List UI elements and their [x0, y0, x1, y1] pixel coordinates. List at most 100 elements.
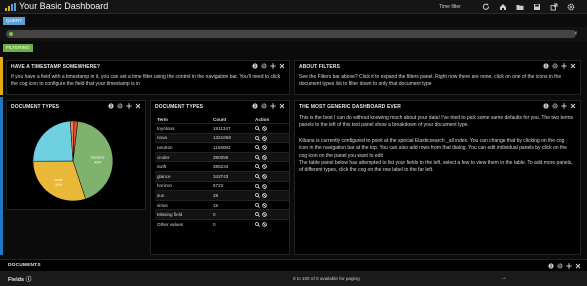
filter-in-icon[interactable]	[255, 212, 260, 218]
filter-in-icon[interactable]	[255, 183, 260, 189]
term-cell: Other values	[155, 218, 211, 230]
table-row: glance 343743	[155, 170, 289, 182]
table-row: Other values 0	[155, 218, 289, 230]
filter-in-icon[interactable]	[255, 145, 260, 151]
share-icon[interactable]	[550, 3, 558, 11]
term-cell: swift	[155, 161, 211, 172]
fields-label: Fields	[8, 277, 25, 283]
panel-title: ABOUT FILTERS	[299, 64, 340, 70]
action-cell	[253, 199, 289, 210]
filter-in-icon[interactable]	[255, 174, 260, 179]
panel-info-icon[interactable]	[543, 63, 549, 69]
pie-slice[interactable]	[32, 120, 74, 162]
fields-info-icon[interactable]: ⓘ	[26, 277, 32, 283]
filter-out-icon[interactable]	[262, 202, 267, 208]
filter-in-icon[interactable]	[255, 222, 260, 228]
time-filter-picker[interactable]: Time filter	[439, 4, 461, 10]
action-cell	[253, 161, 289, 172]
count-cell: 390056	[211, 151, 253, 162]
table-row: swift 385234	[155, 161, 289, 172]
filter-in-icon[interactable]	[255, 164, 260, 170]
action-cell	[253, 132, 289, 143]
panel-move-icon[interactable]	[561, 63, 567, 69]
pie-slice-label: nova	[55, 178, 63, 182]
filter-out-icon[interactable]	[262, 154, 267, 160]
clear-query-icon[interactable]: ×	[574, 30, 578, 38]
panel-close-icon[interactable]	[575, 263, 581, 269]
count-cell: 5722	[211, 180, 253, 191]
panel-move-icon[interactable]	[270, 63, 276, 69]
filter-out-icon[interactable]	[262, 126, 267, 131]
generic-dashboard-text-panel: THE MOST GENERIC DASHBOARD EVER This is …	[294, 100, 581, 255]
table-row: horizon 5722	[155, 180, 289, 191]
document-types-table-panel: DOCUMENT TYPES Term Count Action toyoton…	[150, 100, 290, 255]
action-cell	[253, 142, 289, 153]
next-page-arrow-icon[interactable]: →	[501, 275, 507, 281]
filter-out-icon[interactable]	[262, 212, 267, 218]
open-folder-icon[interactable]	[516, 3, 524, 11]
panel-info-icon[interactable]	[548, 263, 554, 269]
column-header-term[interactable]: Term	[155, 115, 211, 124]
refresh-icon[interactable]	[482, 3, 490, 11]
panel-close-icon[interactable]	[279, 103, 285, 109]
home-icon[interactable]	[499, 3, 507, 11]
query-row: ×	[0, 27, 587, 41]
filter-in-icon[interactable]	[255, 202, 260, 208]
term-cell: cinder	[155, 151, 211, 162]
panel-move-icon[interactable]	[566, 263, 572, 269]
save-icon[interactable]	[533, 3, 541, 11]
pie-slice-percent: 30%	[55, 183, 63, 187]
paging-range: 0 to 100	[293, 276, 310, 281]
column-header-count[interactable]: Count	[211, 115, 253, 124]
filter-out-icon[interactable]	[262, 193, 267, 198]
filter-in-icon[interactable]	[255, 193, 260, 199]
panel-settings-icon[interactable]	[261, 103, 267, 109]
panel-close-icon[interactable]	[570, 103, 576, 109]
filter-out-icon[interactable]	[262, 222, 267, 227]
settings-gear-icon[interactable]	[567, 3, 575, 11]
documents-row-title[interactable]: DOCUMENTS	[8, 263, 41, 268]
filter-out-icon[interactable]	[262, 183, 267, 189]
panel-settings-icon[interactable]	[557, 263, 563, 269]
panel-move-icon[interactable]	[561, 103, 567, 109]
panel-info-icon[interactable]	[543, 103, 549, 109]
filter-out-icon[interactable]	[262, 145, 267, 150]
term-cell: nova	[155, 132, 211, 143]
table-row: sun 29	[155, 190, 289, 201]
fields-toggle[interactable]: Fields ⓘ	[8, 275, 31, 283]
query-toggle-button[interactable]: QUERY	[3, 17, 26, 25]
panel-settings-icon[interactable]	[552, 103, 558, 109]
term-cell: sun	[155, 190, 211, 201]
row-marker-2[interactable]	[0, 97, 3, 255]
query-input[interactable]	[6, 30, 576, 38]
documents-row: DOCUMENTS Fields ⓘ 0 to 100 of 0 availab…	[0, 259, 587, 286]
about-filters-panel: ABOUT FILTERS See the Filters bar above?…	[294, 60, 581, 95]
row-marker-1[interactable]	[0, 57, 3, 95]
document-types-pie-chart[interactable]: toyotons43% nova30%	[7, 101, 146, 210]
panel-settings-icon[interactable]	[552, 63, 558, 69]
action-cell	[253, 151, 289, 162]
query-color-dot[interactable]	[9, 32, 13, 36]
filter-out-icon[interactable]	[262, 164, 267, 170]
panel-settings-icon[interactable]	[261, 63, 267, 69]
filter-out-icon[interactable]	[262, 174, 267, 179]
panel-title: DOCUMENT TYPES	[155, 104, 204, 110]
panel-close-icon[interactable]	[570, 63, 576, 69]
filter-out-icon[interactable]	[262, 135, 267, 141]
panel-close-icon[interactable]	[279, 63, 285, 69]
filter-in-icon[interactable]	[255, 135, 260, 141]
action-cell	[253, 170, 289, 182]
panel-paragraph-3: The table panel below has attempted to l…	[299, 160, 573, 174]
filter-in-icon[interactable]	[255, 154, 260, 160]
filter-in-icon[interactable]	[255, 126, 260, 131]
panel-info-icon[interactable]	[252, 103, 258, 109]
terms-table: Term Count Action toyotons 1911347 nova 132…	[155, 115, 289, 230]
filtering-toggle-button[interactable]: FILTERING	[3, 44, 33, 52]
term-cell: toyotons	[155, 123, 211, 134]
panel-paragraph-1: This is the best I can do without knowin…	[299, 115, 574, 129]
panel-info-icon[interactable]	[252, 63, 258, 69]
count-cell: 1159082	[211, 142, 253, 153]
table-row: sirius 15	[155, 199, 289, 210]
paging-status: 0 to 100 of 0 available for paging	[293, 276, 360, 281]
panel-move-icon[interactable]	[270, 103, 276, 109]
